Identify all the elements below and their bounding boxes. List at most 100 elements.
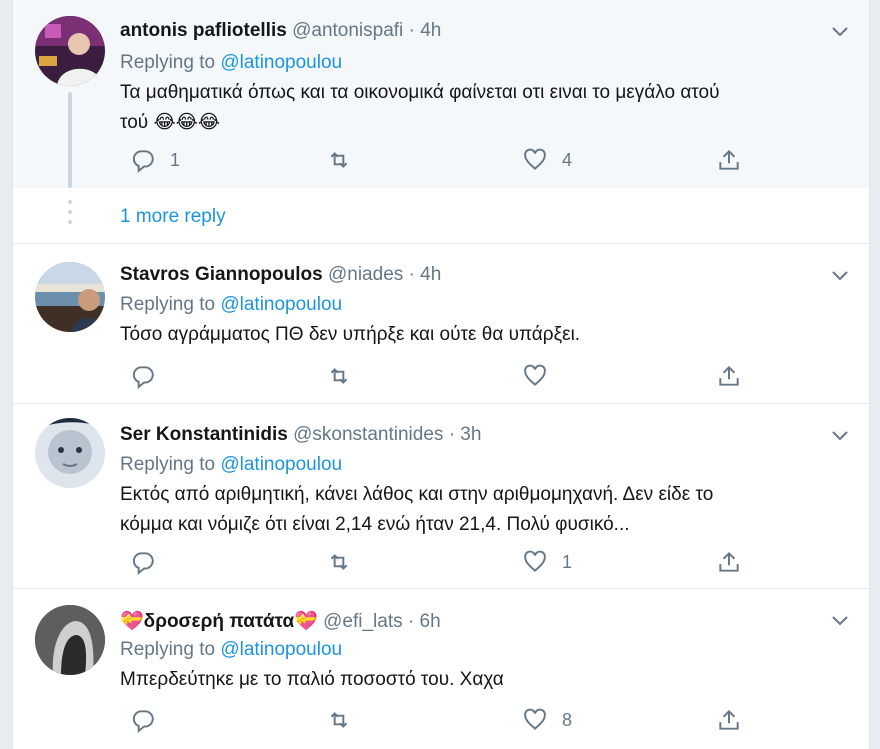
- reply-icon: [132, 150, 154, 173]
- reply-count: 1: [170, 149, 181, 170]
- share-icon: [719, 551, 739, 572]
- tweet-header: Ser Konstantinidis @skonstantinides · 3h: [120, 424, 481, 446]
- display-name[interactable]: Ser Konstantinidis: [120, 424, 288, 445]
- replying-prefix: Replying to: [120, 294, 216, 315]
- tweet-text: Εκτός από αριθμητική, κάνει λάθος και στ…: [120, 480, 840, 540]
- like-count: 1: [562, 551, 573, 572]
- like-button[interactable]: 8: [522, 705, 572, 735]
- reply-button[interactable]: [130, 705, 170, 735]
- chevron-down-icon[interactable]: [831, 26, 849, 38]
- replying-to: Replying to @latinopoulou: [120, 454, 342, 476]
- display-name[interactable]: 💝δροσερή πατάτα💝: [120, 611, 318, 632]
- tweet-text-line: Εκτός από αριθμητική, κάνει λάθος και στ…: [120, 484, 714, 505]
- tweet-actions: 1: [120, 547, 760, 577]
- tweet-header: antonis pafliotellis @antonispafi · 4h: [120, 20, 441, 42]
- chevron-down-icon[interactable]: [831, 270, 849, 282]
- retweet-button[interactable]: [326, 361, 366, 391]
- like-button[interactable]: 1: [522, 547, 572, 577]
- display-name[interactable]: antonis pafliotellis: [120, 20, 287, 41]
- display-name-text: δροσερή πατάτα: [143, 611, 295, 632]
- retweet-icon: [330, 712, 348, 728]
- chevron-down-icon[interactable]: [831, 615, 849, 627]
- tweet-text-line: τού 😂😂😂: [120, 112, 221, 133]
- more-replies-link[interactable]: 1 more reply: [120, 206, 226, 228]
- mention-link[interactable]: @latinopoulou: [220, 639, 342, 660]
- tweet-actions: 8: [120, 705, 760, 735]
- heart-icon: [524, 708, 546, 730]
- separator-dot: ·: [448, 424, 456, 445]
- reply-icon: [132, 366, 154, 389]
- user-handle[interactable]: @antonispafi: [292, 20, 403, 41]
- tweet-text-line: Μπερδεύτηκε με το παλιό ποσοστό του. Χαχ…: [120, 669, 504, 690]
- tweet-ser[interactable]: Ser Konstantinidis @skonstantinides · 3h…: [13, 404, 869, 587]
- tweet-actions: 1 4: [120, 145, 760, 175]
- replying-to: Replying to @latinopoulou: [120, 294, 342, 316]
- reply-button[interactable]: 1: [130, 145, 180, 175]
- heart-icon: [524, 550, 546, 572]
- tweet-efi[interactable]: 💝δροσερή πατάτα💝 @efi_lats · 6h Replying…: [13, 589, 869, 749]
- replying-prefix: Replying to: [120, 454, 216, 475]
- thread-dots: [68, 200, 72, 230]
- tweet-text: Τα μαθηματικά όπως και τα οικονομικά φαί…: [120, 78, 840, 138]
- tweet-text-line: Τα μαθηματικά όπως και τα οικονομικά φαί…: [120, 82, 720, 103]
- like-count: 4: [562, 149, 573, 170]
- tweet-text-line: κόμμα και νόμιζε ότι είναι 2,14 ενώ ήταν…: [120, 514, 630, 535]
- user-handle[interactable]: @efi_lats: [323, 611, 403, 632]
- like-button[interactable]: [522, 361, 562, 391]
- timestamp[interactable]: 4h: [420, 264, 441, 285]
- replying-prefix: Replying to: [120, 639, 216, 660]
- tweet-header: 💝δροσερή πατάτα💝 @efi_lats · 6h: [120, 609, 441, 633]
- retweet-button[interactable]: [326, 705, 366, 735]
- tweet-text: Τόσο αγράμματος ΠΘ δεν υπήρξε και ούτε θ…: [120, 320, 840, 350]
- share-icon: [719, 365, 739, 386]
- timestamp[interactable]: 3h: [460, 424, 481, 445]
- mention-link[interactable]: @latinopoulou: [220, 454, 342, 475]
- reply-button[interactable]: [130, 547, 170, 577]
- heart-icon: [524, 364, 546, 386]
- replying-to: Replying to @latinopoulou: [120, 639, 342, 661]
- avatar[interactable]: [35, 16, 105, 86]
- replies-timeline: antonis pafliotellis @antonispafi · 4h R…: [12, 0, 870, 749]
- retweet-icon: [330, 368, 348, 384]
- heart-icon: [524, 148, 546, 170]
- tweet-antonis[interactable]: antonis pafliotellis @antonispafi · 4h R…: [13, 0, 869, 188]
- separator-dot: ·: [408, 20, 415, 41]
- timestamp[interactable]: 6h: [420, 611, 441, 632]
- share-icon: [719, 709, 739, 730]
- share-button[interactable]: [716, 547, 742, 577]
- retweet-button[interactable]: [326, 547, 366, 577]
- heart-emoji: 💝: [120, 611, 144, 632]
- replying-to: Replying to @latinopoulou: [120, 52, 342, 74]
- tweet-text: Μπερδεύτηκε με το παλιό ποσοστό του. Χαχ…: [120, 665, 840, 695]
- chevron-down-icon[interactable]: [831, 430, 849, 442]
- tweet-stavros[interactable]: Stavros Giannopoulos @niades · 4h Replyi…: [13, 244, 869, 402]
- reply-icon: [132, 552, 154, 575]
- avatar[interactable]: [35, 418, 105, 488]
- retweet-icon: [330, 152, 348, 168]
- tweet-header: Stavros Giannopoulos @niades · 4h: [120, 264, 441, 286]
- mention-link[interactable]: @latinopoulou: [220, 52, 342, 73]
- share-button[interactable]: [716, 361, 742, 391]
- retweet-button[interactable]: [326, 145, 366, 175]
- tweet-actions: [120, 361, 760, 391]
- replying-prefix: Replying to: [120, 52, 216, 73]
- display-name[interactable]: Stavros Giannopoulos: [120, 264, 323, 285]
- share-button[interactable]: [716, 705, 742, 735]
- separator-dot: ·: [407, 611, 415, 632]
- avatar[interactable]: [35, 605, 105, 675]
- mention-link[interactable]: @latinopoulou: [220, 294, 342, 315]
- like-button[interactable]: 4: [522, 145, 572, 175]
- user-handle[interactable]: @niades: [328, 264, 403, 285]
- share-button[interactable]: [716, 145, 742, 175]
- reply-button[interactable]: [130, 361, 170, 391]
- reply-icon: [132, 710, 154, 733]
- like-count: 8: [562, 709, 573, 730]
- avatar[interactable]: [35, 262, 105, 332]
- timestamp[interactable]: 4h: [420, 20, 441, 41]
- user-handle[interactable]: @skonstantinides: [293, 424, 443, 445]
- heart-emoji: 💝: [294, 611, 318, 632]
- share-icon: [719, 149, 739, 170]
- separator-dot: ·: [408, 264, 415, 285]
- tweet-text-line: Τόσο αγράμματος ΠΘ δεν υπήρξε και ούτε θ…: [120, 324, 581, 345]
- thread-line: [68, 92, 72, 188]
